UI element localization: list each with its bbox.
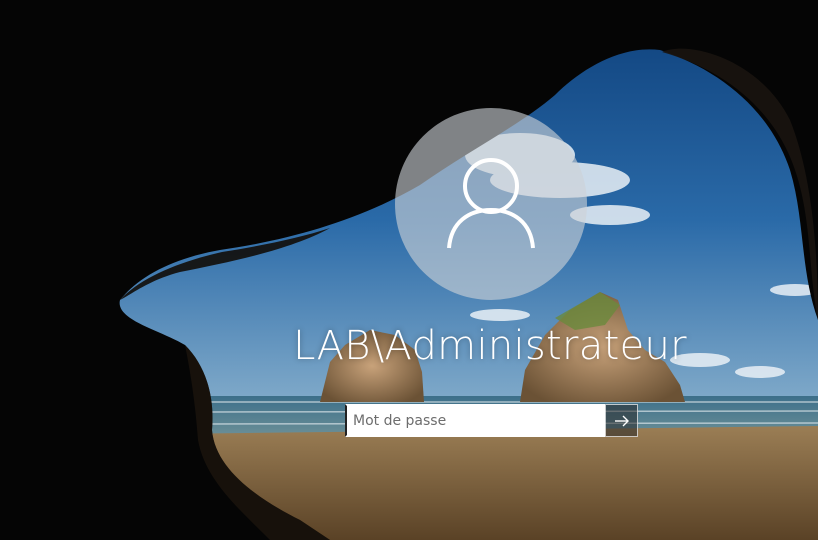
password-row [345,404,638,437]
username-label: LAB\Administrateur [293,323,687,369]
submit-button[interactable] [605,404,638,437]
arrow-right-icon [614,415,629,426]
password-field[interactable] [345,404,605,437]
lockscreen-background [0,0,818,540]
user-icon [447,158,535,249]
user-avatar [395,108,587,300]
